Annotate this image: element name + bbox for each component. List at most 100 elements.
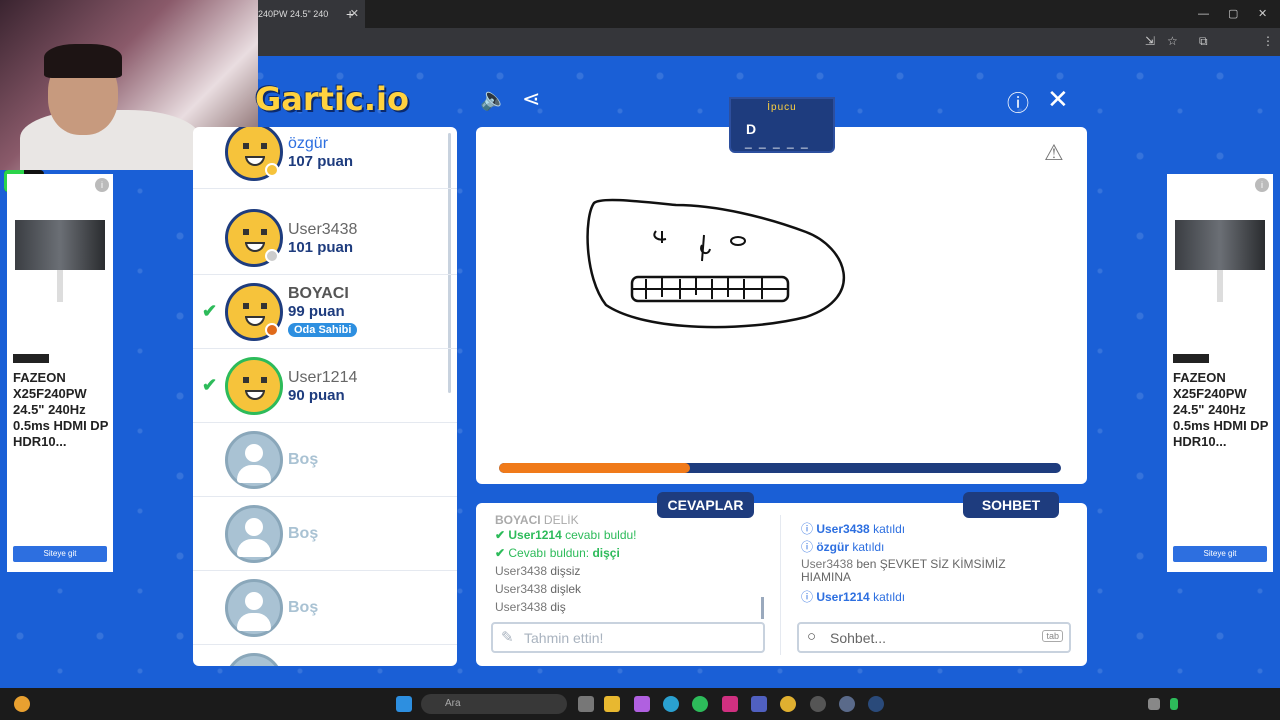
chat-message: ⓘ User1214 katıldı (801, 590, 906, 604)
ad-title[interactable]: FAZEON X25F240PW 24.5" 240Hz 0.5ms HDMI … (13, 370, 109, 450)
file-explorer-icon[interactable] (604, 696, 620, 712)
tab-chat[interactable]: SOHBET (963, 492, 1059, 518)
answer-message: BOYACI DELİK (495, 514, 579, 527)
round-timer-bar (499, 463, 1061, 473)
info-icon[interactable]: ⓘ (1007, 86, 1029, 118)
ad-brand-logo (1173, 354, 1209, 363)
edge-icon[interactable] (663, 696, 679, 712)
empty-slot-label: Boş (288, 451, 319, 468)
player-level-dot (265, 323, 279, 337)
drawing-sketch (586, 198, 846, 329)
player-name: BOYACI (288, 285, 349, 302)
player-name: User1214 (288, 369, 358, 386)
chat-input[interactable]: ○ Sohbet... tab (797, 622, 1071, 653)
maximize-button[interactable]: ▢ (1228, 0, 1238, 28)
chat-message: ⓘ özgür katıldı (801, 540, 885, 554)
empty-avatar-icon (225, 505, 283, 563)
sound-icon[interactable]: 🔈 (480, 86, 507, 112)
player-row[interactable]: ✔ User1214 90 puan (193, 349, 457, 423)
guess-input[interactable]: ✎ Tahmin ettin! (491, 622, 765, 653)
player-row[interactable]: ✔ BOYACI 99 puan Oda Sahibi (193, 275, 457, 349)
ad-left[interactable]: i FAZEON X25F240PW 24.5" 240Hz 0.5ms HDM… (7, 174, 113, 572)
microphone-icon[interactable] (1170, 698, 1178, 710)
player-row[interactable]: özgür 107 puan (193, 127, 457, 189)
player-level-dot (265, 249, 279, 263)
tab-key-hint: tab (1042, 630, 1063, 642)
player-score: 101 puan (288, 239, 354, 256)
ad-right[interactable]: i FAZEON X25F240PW 24.5" 240Hz 0.5ms HDM… (1167, 174, 1273, 572)
guessed-check-icon: ✔ (202, 375, 218, 395)
ad-title[interactable]: FAZEON X25F240PW 24.5" 240Hz 0.5ms HDMI … (1173, 370, 1269, 450)
empty-slot: Boş (193, 497, 457, 571)
steam-icon[interactable] (868, 696, 884, 712)
task-view-icon[interactable] (578, 696, 594, 712)
answers-scrollbar[interactable] (761, 597, 764, 619)
ad-info-icon[interactable]: i (95, 178, 109, 192)
webcam-hair (44, 44, 122, 78)
empty-slot: Boş (193, 423, 457, 497)
answers-list: BOYACI DELİK ✔ User1214 cevabı buldu! ✔ … (495, 514, 760, 620)
chat-list: ⓘ User3438 katıldı ⓘ özgür katıldı User3… (801, 520, 1041, 606)
app-icon[interactable] (839, 696, 855, 712)
player-row[interactable]: User3438 101 puan (193, 201, 457, 275)
guessed-check-icon: ✔ (202, 301, 218, 321)
player-score: 107 puan (288, 153, 354, 170)
copilot-icon[interactable] (634, 696, 650, 712)
minimize-button[interactable]: — (1198, 0, 1209, 28)
player-score: 90 puan (288, 387, 345, 404)
hint-label: İpucu (767, 102, 797, 113)
panel-divider (780, 515, 781, 655)
report-warning-icon[interactable]: ⚠ (1044, 140, 1064, 166)
extensions-icon[interactable]: ⧉ (1199, 34, 1208, 49)
chat-message: ⓘ User3438 katıldı (801, 522, 906, 536)
chat-message: User3438 ben ŞEVKET SİZ KİMSİMİZ HIAMINA (801, 557, 1006, 584)
ad-visit-button[interactable]: Siteye git (1173, 546, 1267, 562)
empty-avatar-icon (225, 431, 283, 489)
close-window-button[interactable]: ✕ (1258, 0, 1267, 28)
player-list: özgür 107 puan User3438 101 puan ✔ BOYAC… (193, 127, 457, 666)
windows-start-icon[interactable] (396, 696, 412, 712)
player-avatar (225, 357, 283, 415)
answer-message: User3438 diş (495, 600, 566, 614)
new-tab-button[interactable]: + (346, 0, 354, 28)
network-icon[interactable] (1148, 698, 1160, 710)
empty-avatar-icon (225, 579, 283, 637)
ad-info-icon[interactable]: i (1255, 178, 1269, 192)
whatsapp-icon[interactable] (692, 696, 708, 712)
answer-message: ✔ User1214 cevabı buldu! (495, 528, 637, 542)
player-score: 99 puan (288, 303, 345, 320)
answer-message: ✔ Cevabı buldun: dişçi (495, 546, 620, 560)
ad-visit-button[interactable]: Siteye git (13, 546, 107, 562)
menu-dots-icon[interactable]: ⋮ (1262, 34, 1274, 48)
room-owner-badge: Oda Sahibi (288, 323, 358, 337)
ad-monitor-image[interactable] (1175, 220, 1265, 270)
empty-slot-label: Boş (288, 525, 319, 542)
obs-icon[interactable] (810, 696, 826, 712)
taskbar-search[interactable]: Ara (421, 694, 567, 714)
pencil-icon: ✎ (501, 629, 514, 646)
install-icon[interactable]: ⇲ (1145, 34, 1155, 48)
instagram-icon[interactable] (722, 696, 738, 712)
weather-icon[interactable] (14, 696, 30, 712)
tab-title: 240PW 24.5" 240 (258, 9, 329, 19)
taskbar-search-label: Ara (445, 698, 461, 709)
player-name: User3438 (288, 221, 358, 238)
hint-box: İpucu D _ _ _ _ _ (729, 97, 835, 153)
chat-placeholder: Sohbet... (830, 630, 887, 646)
drawing-canvas[interactable] (476, 127, 1087, 484)
ad-monitor-stand (1217, 270, 1223, 302)
gartic-logo[interactable]: Gartic.io (255, 80, 409, 118)
ad-monitor-image[interactable] (15, 220, 105, 270)
hint-blanks: _ _ _ _ _ (745, 135, 810, 149)
empty-slot: Boş (193, 571, 457, 645)
chrome-icon[interactable] (780, 696, 796, 712)
empty-slot (193, 645, 457, 666)
bookmark-star-icon[interactable]: ☆ (1167, 34, 1178, 48)
share-icon[interactable]: ⋖ (522, 86, 540, 112)
empty-slot-label: Boş (288, 599, 319, 616)
answer-message: User3438 dişsiz (495, 564, 581, 578)
search-icon: ○ (807, 628, 817, 645)
answer-message: User3438 dişlek (495, 582, 582, 596)
teams-icon[interactable] (751, 696, 767, 712)
close-icon[interactable]: ✕ (1047, 84, 1069, 115)
